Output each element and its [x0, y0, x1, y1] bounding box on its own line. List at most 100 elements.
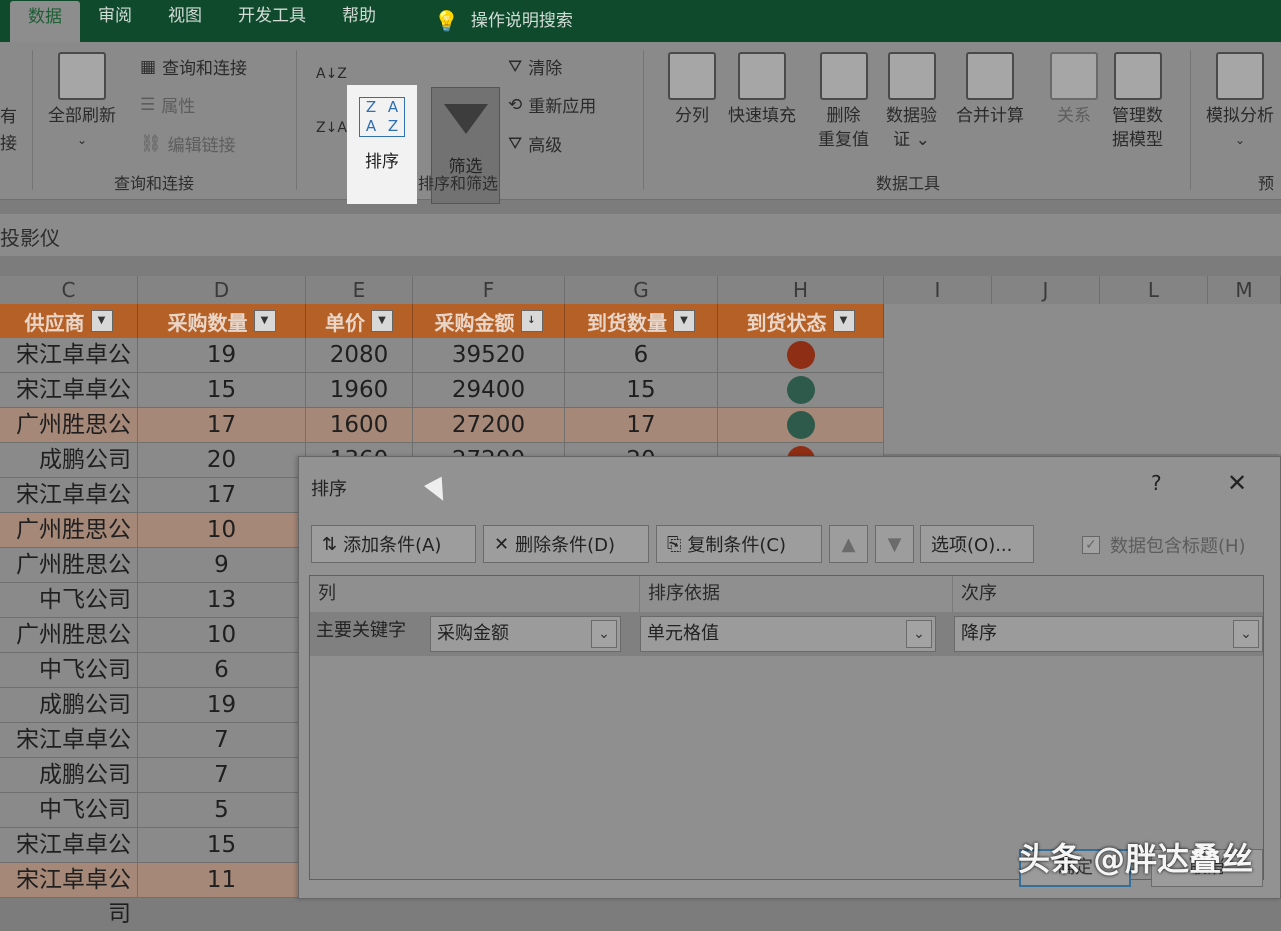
table-cell[interactable]: 中飞公司 — [0, 793, 138, 828]
table-cell[interactable]: 11 — [138, 863, 306, 898]
text-to-columns-button[interactable]: 分列 — [668, 52, 716, 128]
add-level-button[interactable]: ⇅ 添加条件(A) — [311, 525, 476, 563]
table-cell[interactable]: 6 — [138, 653, 306, 688]
sort-column-select[interactable]: 采购金额 ⌄ — [430, 616, 621, 652]
formula-bar[interactable]: 投影仪 — [0, 214, 1281, 256]
table-cell[interactable]: 宋江卓卓公司 — [0, 338, 138, 402]
column-header-i[interactable]: I — [884, 276, 992, 304]
table-cell[interactable]: 29400 — [413, 373, 565, 408]
table-cell[interactable]: 中飞公司 — [0, 653, 138, 688]
what-if-analysis-button[interactable]: 模拟分析 ⌄ — [1206, 52, 1274, 152]
flash-fill-button[interactable]: 快速填充 — [728, 52, 796, 128]
data-validation-button[interactable]: 数据验证 ⌄ — [886, 52, 937, 152]
table-cell[interactable]: 6 — [565, 338, 718, 373]
table-cell[interactable]: 15 — [138, 828, 306, 863]
filter-dropdown-icon[interactable]: ▼ — [832, 310, 855, 332]
sort-za-button[interactable]: Z↓A — [316, 120, 347, 136]
column-header-j[interactable]: J — [992, 276, 1100, 304]
table-cell[interactable]: 20 — [138, 443, 306, 478]
queries-connections-button[interactable]: ▦ 查询和连接 — [140, 54, 247, 80]
sort-az-button[interactable]: A↓Z — [316, 66, 347, 82]
table-cell[interactable]: 17 — [138, 478, 306, 513]
advanced-filter-button[interactable]: ⛛ 高级 — [508, 131, 562, 157]
sort-desc-dropdown-icon[interactable]: ↓ — [520, 310, 543, 332]
table-cell[interactable]: 1600 — [306, 408, 413, 443]
partial-button[interactable]: 有 接 — [0, 102, 17, 154]
column-header-m[interactable]: M — [1208, 276, 1281, 304]
table-cell[interactable]: 27200 — [413, 408, 565, 443]
table-cell[interactable]: 广州胜思公司 — [0, 408, 138, 472]
table-cell[interactable]: 15 — [565, 373, 718, 408]
tab-developer[interactable]: 开发工具 — [220, 0, 324, 42]
table-cell[interactable]: 成鹏公司 — [0, 688, 138, 723]
table-cell[interactable]: 19 — [138, 338, 306, 373]
table-cell[interactable]: 15 — [138, 373, 306, 408]
status-cell[interactable] — [718, 408, 884, 443]
tab-data[interactable]: 数据 — [10, 1, 80, 43]
has-headers-checkbox[interactable]: ✓ 数据包含标题(H) — [1082, 532, 1246, 558]
edit-links-button[interactable]: ⛓ 编辑链接 — [140, 131, 236, 157]
table-cell[interactable]: 7 — [138, 758, 306, 793]
remove-duplicates-icon — [819, 52, 868, 100]
refresh-all-button[interactable]: 全部刷新 ⌄ — [48, 52, 116, 152]
properties-button[interactable]: ☰ 属性 — [140, 92, 195, 118]
table-cell[interactable]: 2080 — [306, 338, 413, 373]
options-button[interactable]: 选项(O)... — [920, 525, 1034, 563]
move-down-button[interactable]: ▼ — [875, 525, 914, 563]
table-cell[interactable]: 10 — [138, 513, 306, 548]
sort-button[interactable]: ZAAZ 排序 — [347, 85, 417, 204]
delete-level-button[interactable]: ✕ 删除条件(D) — [483, 525, 649, 563]
column-header-c[interactable]: C — [0, 276, 138, 304]
filter-dropdown-icon[interactable]: ▼ — [253, 310, 276, 332]
table-cell[interactable]: 宋江卓卓公司 — [0, 828, 138, 892]
table-cell[interactable]: 1960 — [306, 373, 413, 408]
filter-dropdown-icon[interactable]: ▼ — [371, 310, 393, 332]
close-icon[interactable]: ✕ — [1227, 469, 1247, 497]
clear-filter-button[interactable]: ⛛ 清除 — [508, 54, 562, 80]
column-header-g[interactable]: G — [565, 276, 718, 304]
table-cell[interactable]: 成鹏公司 — [0, 758, 138, 793]
reapply-button[interactable]: ⟲ 重新应用 — [508, 92, 596, 118]
column-header-d[interactable]: D — [138, 276, 306, 304]
filter-dropdown-icon[interactable]: ▼ — [673, 310, 695, 332]
column-header-h[interactable]: H — [718, 276, 884, 304]
table-cell[interactable]: 宋江卓卓公司 — [0, 723, 138, 787]
table-cell[interactable]: 17 — [138, 408, 306, 443]
tab-review[interactable]: 审阅 — [80, 0, 150, 42]
status-cell[interactable] — [718, 338, 884, 373]
table-cell[interactable]: 13 — [138, 583, 306, 618]
column-header-l[interactable]: L — [1100, 276, 1208, 304]
table-cell[interactable]: 广州胜思公司 — [0, 548, 138, 612]
help-button[interactable]: ? — [1151, 471, 1162, 495]
tab-view[interactable]: 视图 — [150, 0, 220, 42]
order-select[interactable]: 降序 ⌄ — [954, 616, 1263, 652]
filter-dropdown-icon[interactable]: ▼ — [90, 310, 113, 332]
relationships-button[interactable]: 关系 — [1050, 52, 1098, 128]
table-cell[interactable]: 宋江卓卓公司 — [0, 478, 138, 542]
table-cell[interactable]: 中飞公司 — [0, 583, 138, 618]
table-cell[interactable]: 9 — [138, 548, 306, 583]
table-cell[interactable]: 19 — [138, 688, 306, 723]
table-cell[interactable]: 广州胜思公司 — [0, 513, 138, 577]
remove-duplicates-button[interactable]: 删除 重复值 — [818, 52, 869, 152]
tab-help[interactable]: 帮助 — [324, 0, 394, 42]
table-cell[interactable]: 成鹏公司 — [0, 443, 138, 478]
status-cell[interactable] — [718, 373, 884, 408]
manage-data-model-button[interactable]: 管理数 据模型 — [1112, 52, 1163, 152]
move-up-button[interactable]: ▲ — [829, 525, 868, 563]
table-cell[interactable]: 10 — [138, 618, 306, 653]
table-cell[interactable]: 17 — [565, 408, 718, 443]
table-cell[interactable]: 5 — [138, 793, 306, 828]
table-cell[interactable]: 宋江卓卓公司 — [0, 373, 138, 437]
table-cell[interactable]: 广州胜思公司 — [0, 618, 138, 682]
table-cell[interactable]: 39520 — [413, 338, 565, 373]
column-header-e[interactable]: E — [306, 276, 413, 304]
table-cell[interactable]: 7 — [138, 723, 306, 758]
consolidate-button[interactable]: 合并计算 — [956, 52, 1024, 128]
sort-on-select[interactable]: 单元格值 ⌄ — [640, 616, 936, 652]
column-header-f[interactable]: F — [413, 276, 565, 304]
copy-level-button[interactable]: ⎘ 复制条件(C) — [656, 525, 822, 563]
table-cell[interactable]: 宋江卓卓公司 — [0, 863, 138, 927]
tell-me-search[interactable]: 💡 操作说明搜索 — [416, 0, 591, 42]
empty-cells[interactable] — [884, 304, 1281, 454]
